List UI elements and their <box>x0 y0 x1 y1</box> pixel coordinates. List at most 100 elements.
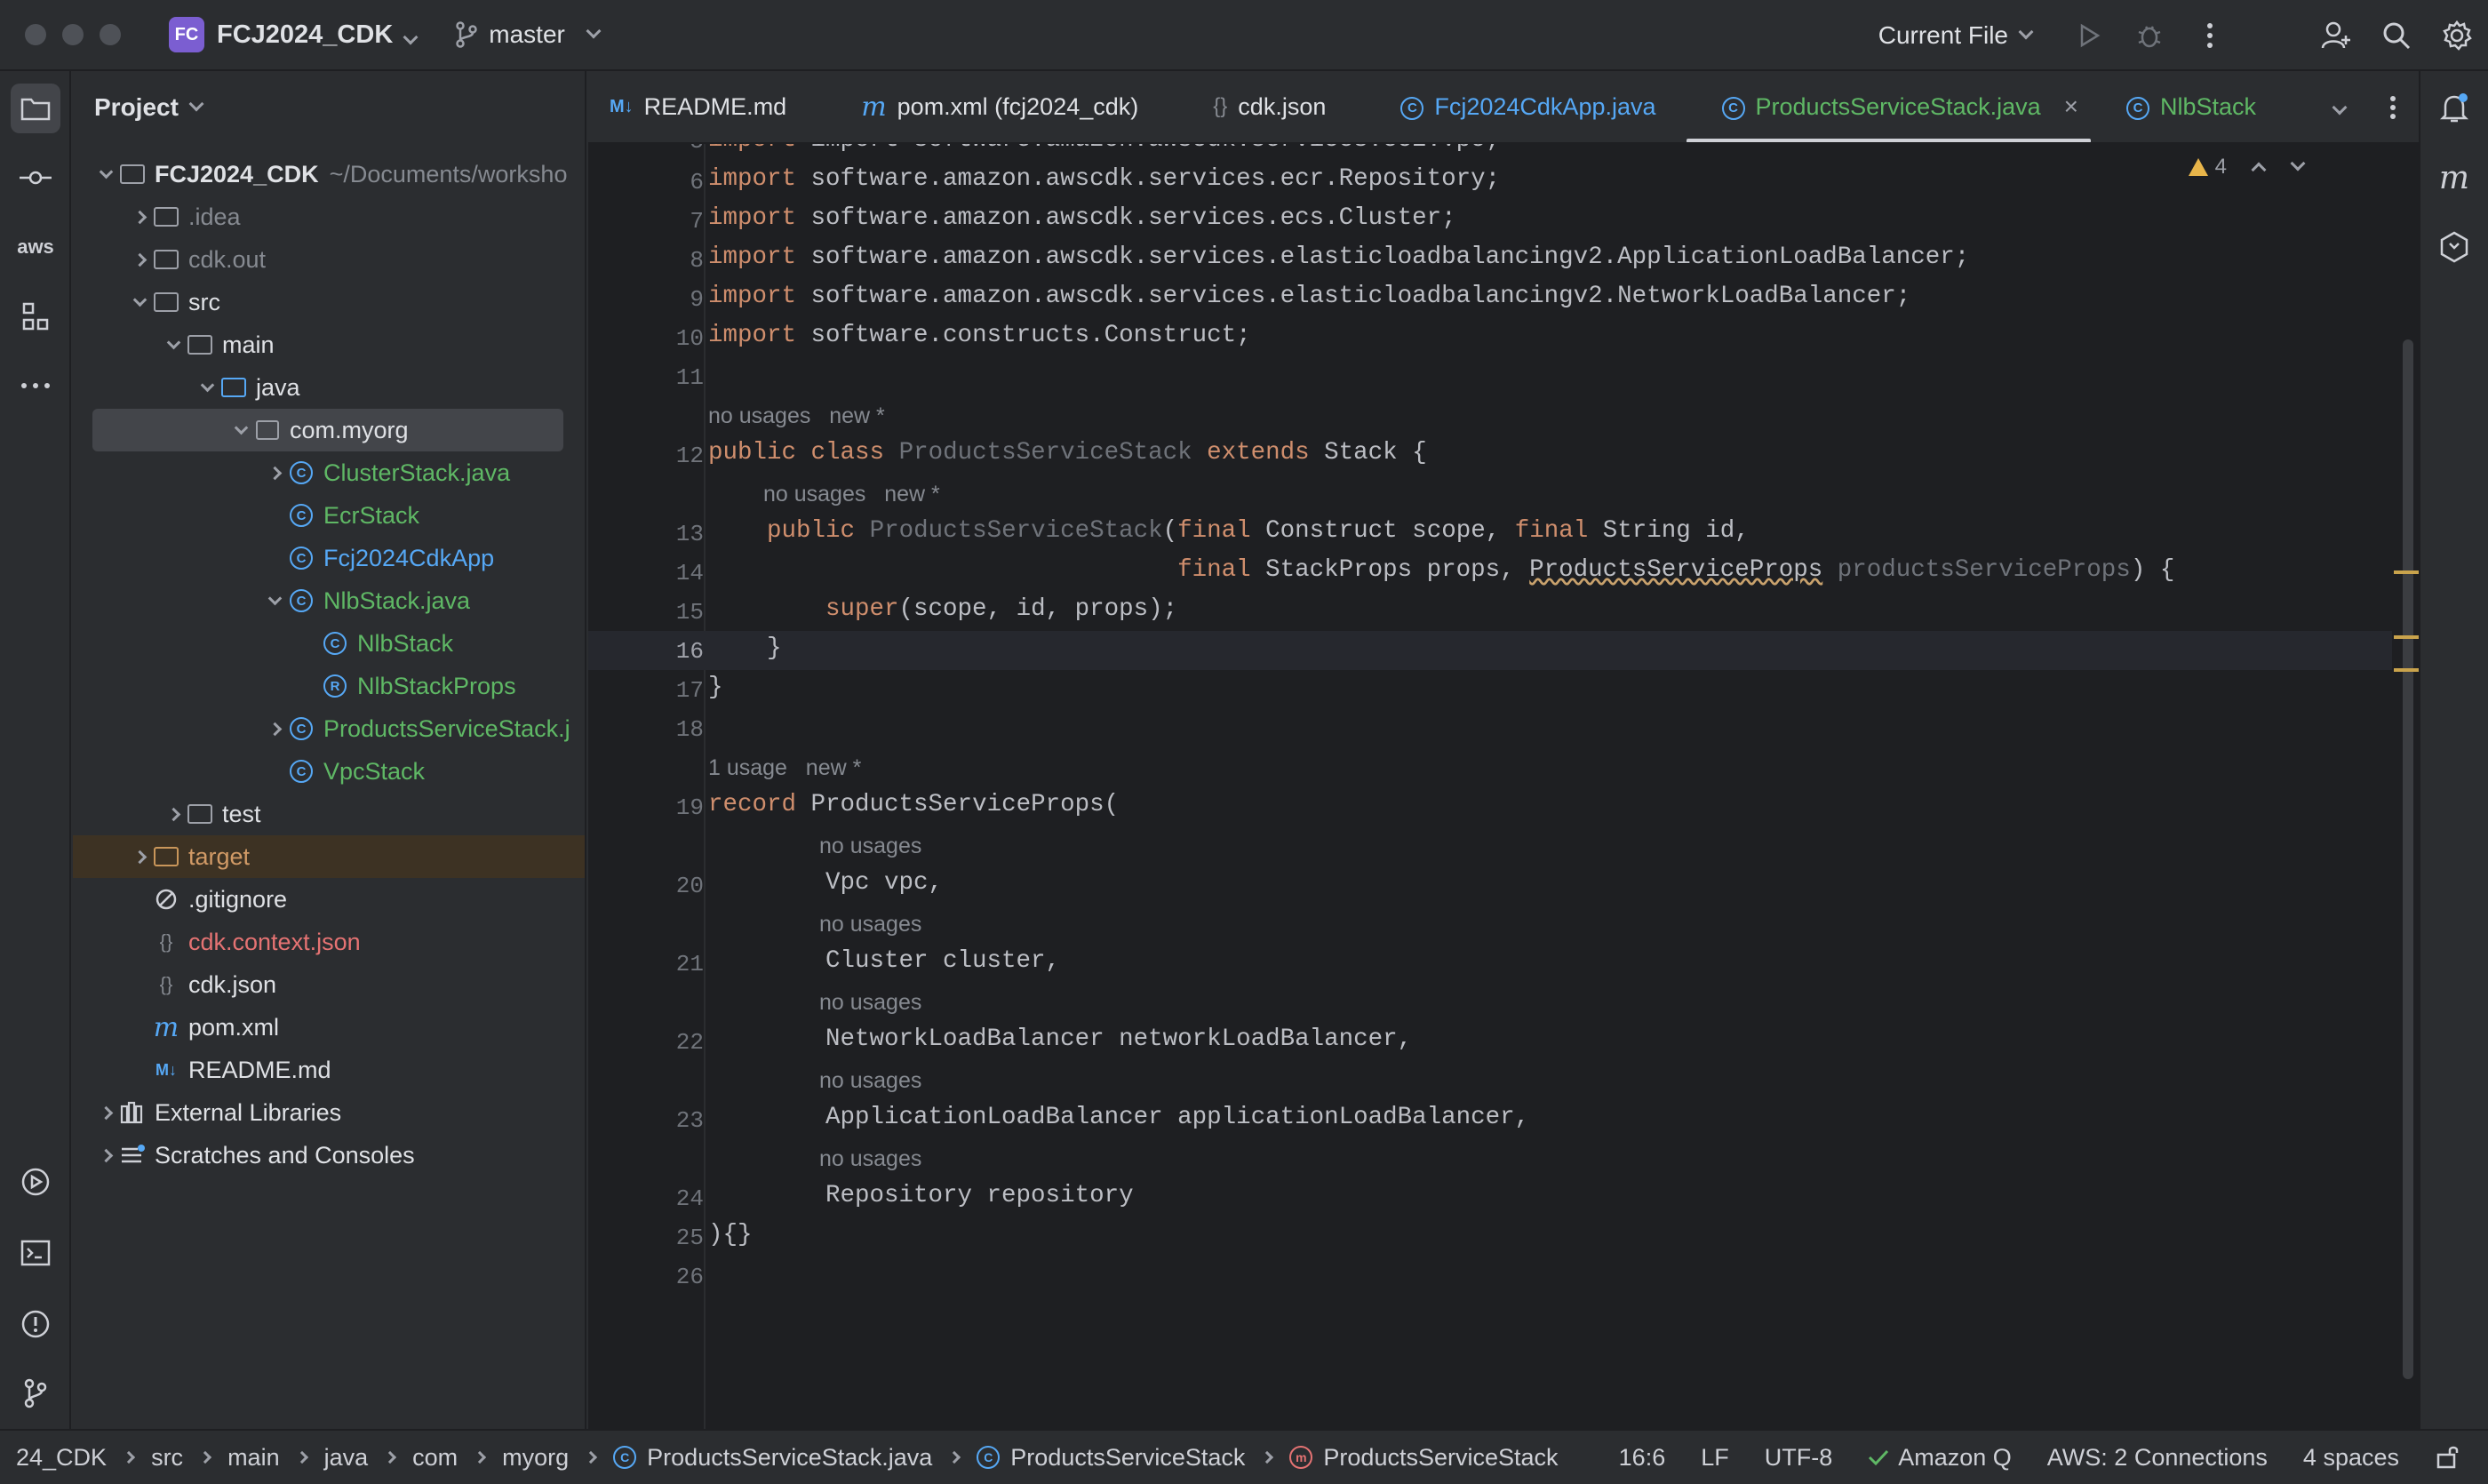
aws-connections[interactable]: AWS: 2 Connections <box>2047 1444 2268 1472</box>
tab-pom-xml[interactable]: m pom.xml (fcj2024_cdk) <box>808 71 1160 142</box>
services-run-icon[interactable] <box>11 1157 60 1207</box>
run-config-label: Current File <box>1878 21 2008 49</box>
library-icon <box>119 1099 146 1126</box>
aws-toolkit-icon[interactable]: aws <box>11 222 60 272</box>
notifications-bell-icon[interactable] <box>2429 84 2479 133</box>
code-line: public ProductsServiceStack(final Constr… <box>767 517 1750 545</box>
breadcrumb-item[interactable]: ProductsServiceStack.java <box>647 1444 932 1472</box>
breadcrumb-item[interactable]: 24_CDK <box>16 1444 107 1472</box>
commit-icon[interactable] <box>11 153 60 203</box>
usage-hint[interactable]: no usages <box>819 1068 921 1094</box>
branch-selector[interactable]: master <box>455 20 602 49</box>
chevron-up-icon[interactable] <box>2251 162 2267 178</box>
breadcrumb-item[interactable]: main <box>227 1444 280 1472</box>
structure-icon[interactable] <box>11 291 60 341</box>
editor-scrollbar[interactable] <box>2403 339 2413 1379</box>
amazon-q-status[interactable]: Amazon Q <box>1868 1444 2012 1472</box>
breadcrumb-item[interactable]: com <box>412 1444 458 1472</box>
git-icon[interactable] <box>11 1368 60 1418</box>
tree-item-test[interactable]: test <box>73 793 585 835</box>
scratch-icon <box>119 1142 146 1169</box>
tree-item-ecr-stack[interactable]: C EcrStack <box>73 494 585 537</box>
search-icon[interactable] <box>2378 17 2415 54</box>
tree-item-nlb-stack-props[interactable]: R NlbStackProps <box>73 665 585 707</box>
tab-fcj2024-cdk-app[interactable]: C Fcj2024CdkApp.java <box>1347 71 1677 142</box>
breadcrumb-item[interactable]: src <box>151 1444 183 1472</box>
line-separator[interactable]: LF <box>1701 1444 1729 1472</box>
more-options-icon[interactable] <box>2191 17 2229 54</box>
breadcrumb-item[interactable]: myorg <box>502 1444 569 1472</box>
read-only-toggle-icon[interactable] <box>2435 1444 2461 1471</box>
class-icon: C <box>977 1446 1001 1469</box>
tree-item-java[interactable]: java <box>73 366 585 409</box>
usage-hint[interactable]: no usages <box>819 990 921 1016</box>
tab-readme[interactable]: M↓ README.md <box>588 71 808 142</box>
tree-item-com-myorg[interactable]: com.myorg <box>92 409 563 451</box>
tree-item-src[interactable]: src <box>73 281 585 323</box>
run-icon[interactable] <box>2070 17 2108 54</box>
close-window-button[interactable] <box>25 24 46 45</box>
usage-hint[interactable]: 1 usage new * <box>708 755 861 781</box>
tree-item-vpc-stack[interactable]: C VpcStack <box>73 750 585 793</box>
tree-item-fcj2024-cdk-app[interactable]: C Fcj2024CdkApp <box>73 537 585 579</box>
tree-item-gitignore[interactable]: .gitignore <box>73 878 585 921</box>
tree-item-cdk-context-json[interactable]: {} cdk.context.json <box>73 921 585 963</box>
terminal-icon[interactable] <box>11 1228 60 1278</box>
usage-hint[interactable]: no usages <box>819 834 921 859</box>
breadcrumb-item[interactable]: java <box>324 1444 369 1472</box>
minimize-window-button[interactable] <box>62 24 84 45</box>
inspection-widget[interactable]: 4 <box>2188 155 2306 180</box>
amazon-q-icon[interactable] <box>2429 222 2479 272</box>
more-tools-icon[interactable] <box>11 361 60 411</box>
tree-item-main[interactable]: main <box>73 323 585 366</box>
tree-item-nlb-stack-java[interactable]: C NlbStack.java <box>73 579 585 622</box>
debug-icon[interactable] <box>2131 17 2168 54</box>
file-encoding[interactable]: UTF-8 <box>1765 1444 1833 1472</box>
maven-tool-icon[interactable]: m <box>2429 153 2479 203</box>
tree-item-products-service-stack[interactable]: C ProductsServiceStack.j <box>73 707 585 750</box>
tree-item-pom-xml[interactable]: m pom.xml <box>73 1006 585 1049</box>
add-user-icon[interactable] <box>2317 17 2355 54</box>
caret-position[interactable]: 16:6 <box>1619 1444 1666 1472</box>
project-panel-header[interactable]: Project <box>73 71 585 144</box>
tree-item-idea[interactable]: .idea <box>73 195 585 238</box>
settings-gear-icon[interactable] <box>2438 17 2476 54</box>
warning-stripe-marker[interactable] <box>2394 668 2419 672</box>
folder-icon <box>153 246 179 273</box>
tab-cdk-json[interactable]: {} cdk.json <box>1160 71 1347 142</box>
breadcrumb-item[interactable]: ProductsServiceStack <box>1010 1444 1245 1472</box>
project-name-label: FCJ2024_CDK <box>217 20 394 49</box>
tree-item-root[interactable]: FCJ2024_CDK ~/Documents/worksho <box>73 153 585 195</box>
tree-item-cdk-json[interactable]: {} cdk.json <box>73 963 585 1006</box>
project-name[interactable]: FCJ2024_CDK <box>217 20 419 50</box>
tree-item-target[interactable]: target <box>73 835 585 878</box>
tree-item-readme[interactable]: M↓ README.md <box>73 1049 585 1091</box>
problems-icon[interactable] <box>11 1299 60 1349</box>
maximize-window-button[interactable] <box>100 24 121 45</box>
indent-setting[interactable]: 4 spaces <box>2303 1444 2399 1472</box>
tree-item-external-libraries[interactable]: External Libraries <box>73 1091 585 1134</box>
tree-item-cluster-stack[interactable]: C ClusterStack.java <box>73 451 585 494</box>
tree-item-nlb-stack[interactable]: C NlbStack <box>73 622 585 665</box>
tab-nlb-stack[interactable]: C NlbStack <box>2100 71 2277 142</box>
warning-stripe-marker[interactable] <box>2394 570 2419 574</box>
close-icon[interactable]: × <box>2064 92 2078 121</box>
run-config-selector[interactable]: Current File <box>1878 21 2034 50</box>
project-tool-folder-icon[interactable] <box>11 84 60 133</box>
tree-item-cdk-out[interactable]: cdk.out <box>73 238 585 281</box>
usage-hint[interactable]: no usages <box>819 912 921 937</box>
warning-stripe-marker[interactable] <box>2394 635 2419 639</box>
code-editor[interactable]: 4 5 import import software.amazon.awscdk… <box>588 144 2419 1429</box>
usage-hint[interactable]: no usages new * <box>763 482 940 507</box>
chevron-down-icon[interactable] <box>2290 156 2306 172</box>
breadcrumb-item[interactable]: ProductsServiceStack <box>1323 1444 1558 1472</box>
usage-hint[interactable]: no usages <box>819 1146 921 1172</box>
line-number: 21 <box>675 951 704 977</box>
tab-products-service-stack[interactable]: C ProductsServiceStack.java × <box>1678 71 2101 142</box>
usage-hint[interactable]: no usages new * <box>708 403 885 429</box>
tabs-dropdown-chevron-icon[interactable] <box>2332 100 2348 116</box>
tabs-more-icon[interactable] <box>2389 95 2396 120</box>
tree-item-scratches[interactable]: Scratches and Consoles <box>73 1134 585 1177</box>
tree-item-label: .idea <box>188 203 241 230</box>
project-badge[interactable]: FC <box>169 17 204 52</box>
